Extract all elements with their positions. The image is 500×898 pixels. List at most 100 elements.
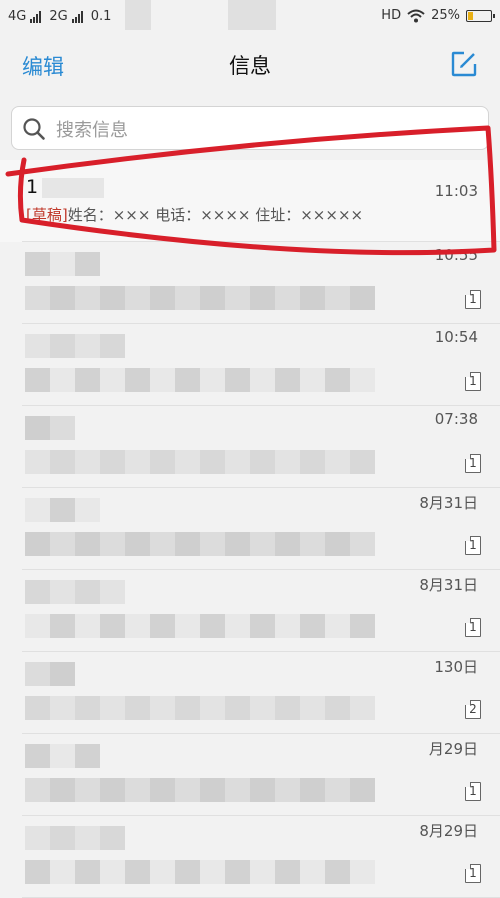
redacted-block bbox=[250, 778, 275, 802]
wifi-icon bbox=[407, 9, 425, 22]
message-row[interactable]: 130日 2 bbox=[0, 652, 500, 734]
redacted-block bbox=[125, 286, 150, 310]
redacted-block bbox=[275, 614, 300, 638]
redacted-block bbox=[125, 532, 150, 556]
redacted-block bbox=[350, 696, 375, 720]
redacted-block bbox=[50, 662, 75, 686]
redacted-block bbox=[200, 614, 225, 638]
network-type-1: 4G bbox=[8, 9, 27, 24]
status-left: 4G 2G 0.1 bbox=[8, 9, 111, 24]
message-time: 11:03 bbox=[434, 182, 478, 200]
redacted-block bbox=[275, 860, 300, 884]
redacted-block bbox=[200, 368, 225, 392]
redacted-block bbox=[150, 614, 175, 638]
sim-card-icon: 2 bbox=[465, 700, 481, 719]
redacted-block bbox=[325, 450, 350, 474]
signal-icon-2 bbox=[71, 10, 83, 23]
redacted-block bbox=[25, 826, 50, 850]
preview-text: 姓名：××× 电话：×××× 住址：××××× bbox=[67, 206, 364, 224]
redacted-block bbox=[75, 778, 100, 802]
compose-icon[interactable] bbox=[450, 50, 478, 78]
message-row[interactable]: 月29日 1 bbox=[0, 734, 500, 816]
redacted-block bbox=[100, 532, 125, 556]
redacted-block bbox=[125, 696, 150, 720]
message-row[interactable]: 8月31日 1 bbox=[0, 488, 500, 570]
page-title: 信息 bbox=[229, 54, 271, 78]
search-icon bbox=[23, 118, 45, 140]
redacted-block bbox=[225, 286, 250, 310]
message-row[interactable]: 07:38 1 bbox=[0, 406, 500, 488]
message-row[interactable]: 1 11:03 [草稿]姓名：××× 电话：×××× 住址：××××× bbox=[0, 160, 500, 242]
redacted-block bbox=[200, 696, 225, 720]
redacted-block bbox=[175, 286, 200, 310]
redacted-block bbox=[225, 450, 250, 474]
message-row[interactable]: 8月29日 1 bbox=[0, 816, 500, 898]
redacted-block bbox=[50, 334, 75, 358]
redacted-block bbox=[175, 778, 200, 802]
redacted-block bbox=[100, 614, 125, 638]
redacted-block bbox=[25, 532, 50, 556]
redacted-block bbox=[75, 744, 100, 768]
sender-redaction bbox=[42, 178, 104, 198]
redacted-block bbox=[75, 252, 100, 276]
search-input[interactable] bbox=[54, 115, 478, 145]
redacted-block bbox=[300, 450, 325, 474]
redacted-block bbox=[75, 696, 100, 720]
redacted-block bbox=[325, 368, 350, 392]
redacted-block bbox=[50, 252, 75, 276]
redacted-block bbox=[25, 580, 50, 604]
redacted-block bbox=[250, 450, 275, 474]
message-row[interactable]: 8月31日 1 bbox=[0, 570, 500, 652]
redacted-block bbox=[175, 450, 200, 474]
redacted-block bbox=[225, 778, 250, 802]
redacted-block bbox=[275, 368, 300, 392]
header: 编辑 信息 bbox=[0, 34, 500, 94]
redacted-block bbox=[275, 532, 300, 556]
redacted-block bbox=[150, 778, 175, 802]
redacted-block bbox=[50, 778, 75, 802]
status-right: HD 25% bbox=[381, 8, 495, 23]
redacted-block bbox=[175, 614, 200, 638]
redacted-block bbox=[50, 696, 75, 720]
redacted-block bbox=[50, 532, 75, 556]
redacted-block bbox=[125, 860, 150, 884]
redacted-block bbox=[25, 696, 50, 720]
redacted-block bbox=[25, 450, 50, 474]
redacted-block bbox=[300, 696, 325, 720]
hd-indicator: HD bbox=[381, 8, 402, 23]
redacted-block bbox=[225, 696, 250, 720]
redacted-block bbox=[75, 286, 100, 310]
redacted-block bbox=[50, 826, 75, 850]
search-box[interactable] bbox=[11, 106, 489, 150]
network-speed: 0.1 bbox=[90, 9, 112, 24]
redacted-block bbox=[200, 778, 225, 802]
message-time: 8月31日 bbox=[419, 576, 478, 594]
message-row[interactable]: 10:55 1 bbox=[0, 242, 500, 324]
redacted-block bbox=[25, 778, 50, 802]
message-time: 07:38 bbox=[434, 410, 478, 428]
redacted-block bbox=[325, 778, 350, 802]
redacted-block bbox=[300, 532, 325, 556]
redacted-block bbox=[150, 368, 175, 392]
redacted-block bbox=[275, 778, 300, 802]
redacted-block bbox=[200, 450, 225, 474]
redacted-block bbox=[200, 860, 225, 884]
redacted-block bbox=[25, 614, 50, 638]
message-row[interactable]: 10:54 1 bbox=[0, 324, 500, 406]
redacted-block bbox=[125, 778, 150, 802]
redacted-block bbox=[150, 532, 175, 556]
redacted-block bbox=[75, 860, 100, 884]
battery-level-fill bbox=[468, 11, 473, 20]
redacted-block bbox=[50, 498, 75, 522]
message-time: 10:55 bbox=[434, 246, 478, 264]
redacted-block bbox=[325, 532, 350, 556]
redacted-block bbox=[100, 450, 125, 474]
redacted-block bbox=[75, 368, 100, 392]
redacted-block bbox=[75, 450, 100, 474]
blur-patch bbox=[228, 0, 276, 30]
redacted-block bbox=[225, 532, 250, 556]
redacted-block bbox=[25, 416, 50, 440]
redacted-block bbox=[50, 416, 75, 440]
redacted-block bbox=[300, 286, 325, 310]
redacted-block bbox=[100, 368, 125, 392]
